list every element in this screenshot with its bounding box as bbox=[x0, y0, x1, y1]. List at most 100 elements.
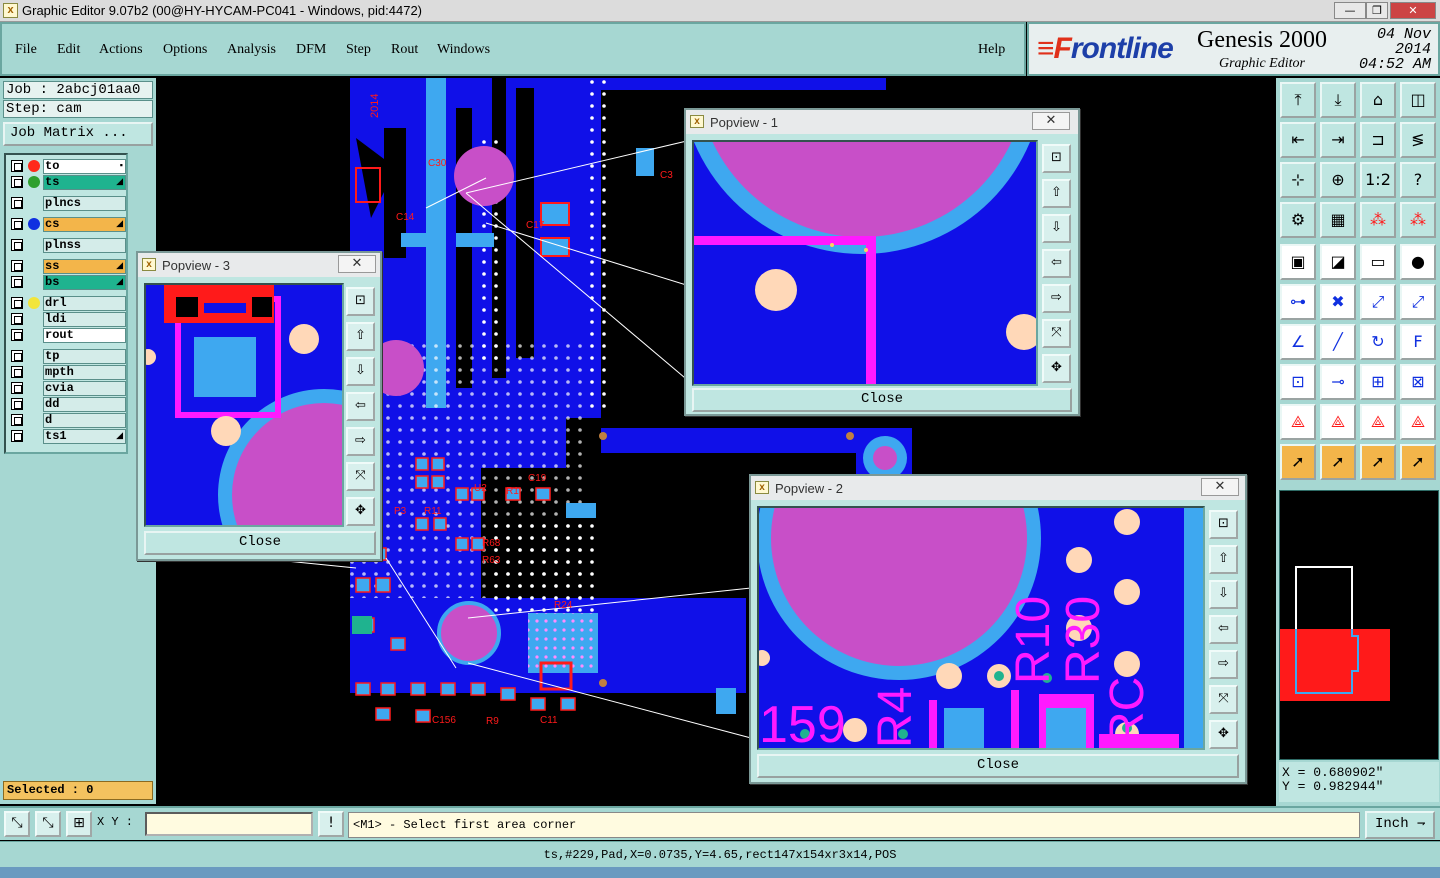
layer-checkbox[interactable] bbox=[11, 398, 23, 410]
layer-row-mpth[interactable]: mpth bbox=[8, 365, 126, 380]
menu-file[interactable]: File bbox=[15, 42, 37, 58]
layer-name[interactable]: d bbox=[43, 413, 126, 428]
tool-r2-c0-icon[interactable]: ⊹ bbox=[1280, 162, 1316, 198]
menu-help[interactable]: Help bbox=[978, 42, 1005, 58]
tool-r1-c3-icon[interactable]: ≶ bbox=[1400, 122, 1436, 158]
layer-row-plnss[interactable]: plnss bbox=[8, 238, 126, 253]
layer-checkbox[interactable] bbox=[11, 329, 23, 341]
tool-r4-c2-icon[interactable]: ▭ bbox=[1360, 244, 1396, 280]
popview-tool-5-icon[interactable]: ⤧ bbox=[1042, 319, 1071, 348]
layer-row-dd[interactable]: dd bbox=[8, 397, 126, 412]
tool-r1-c1-icon[interactable]: ⇥ bbox=[1320, 122, 1356, 158]
tool-r5-c2-icon[interactable]: ⤢ bbox=[1360, 284, 1396, 320]
layer-checkbox[interactable] bbox=[11, 218, 23, 230]
layer-name[interactable]: ss bbox=[43, 259, 126, 274]
layer-checkbox[interactable] bbox=[11, 176, 23, 188]
tool-r0-c1-icon[interactable]: ⤓ bbox=[1320, 82, 1356, 118]
tool-r3-c3-icon[interactable]: ⁂ bbox=[1400, 202, 1436, 238]
zoom-diagonal-icon[interactable]: ⤡ bbox=[35, 811, 61, 837]
layer-checkbox[interactable] bbox=[11, 430, 23, 442]
layer-color-dot[interactable] bbox=[28, 297, 40, 309]
layer-name[interactable]: plnss bbox=[43, 238, 126, 253]
tool-r8-c0-icon[interactable]: ⟁ bbox=[1280, 404, 1316, 440]
popview-tool-3-icon[interactable]: ⇦ bbox=[1209, 615, 1238, 644]
popview-tool-5-icon[interactable]: ⤧ bbox=[1209, 685, 1238, 714]
layer-checkbox[interactable] bbox=[11, 414, 23, 426]
popview-tool-2-icon[interactable]: ⇩ bbox=[346, 357, 375, 386]
tool-r5-c0-icon[interactable]: ⊶ bbox=[1280, 284, 1316, 320]
tool-r7-c3-icon[interactable]: ⊠ bbox=[1400, 364, 1436, 400]
units-selector[interactable]: Inch ⇁ bbox=[1365, 811, 1435, 839]
tool-r7-c2-icon[interactable]: ⊞ bbox=[1360, 364, 1396, 400]
popview-3-view[interactable] bbox=[144, 283, 344, 527]
popview-tool-1-icon[interactable]: ⇧ bbox=[1209, 545, 1238, 574]
layer-name[interactable]: plncs bbox=[43, 196, 126, 211]
popview-tool-4-icon[interactable]: ⇨ bbox=[1042, 284, 1071, 313]
tool-r2-c1-icon[interactable]: ⊕ bbox=[1320, 162, 1356, 198]
tool-r1-c0-icon[interactable]: ⇤ bbox=[1280, 122, 1316, 158]
layer-color-dot[interactable] bbox=[28, 218, 40, 230]
menu-analysis[interactable]: Analysis bbox=[227, 42, 276, 58]
menu-options[interactable]: Options bbox=[163, 42, 207, 58]
tool-r8-c1-icon[interactable]: ⟁ bbox=[1320, 404, 1356, 440]
tool-r6-c1-icon[interactable]: ╱ bbox=[1320, 324, 1356, 360]
tool-r9-c0-icon[interactable]: ➚ bbox=[1280, 444, 1316, 480]
layer-row-d[interactable]: d bbox=[8, 413, 126, 428]
layer-color-dot[interactable] bbox=[28, 160, 40, 172]
zoom-window-icon[interactable]: ⤡ bbox=[4, 811, 30, 837]
layer-checkbox[interactable] bbox=[11, 276, 23, 288]
minimize-button[interactable]: — bbox=[1334, 2, 1366, 19]
tool-r0-c0-icon[interactable]: ⤒ bbox=[1280, 82, 1316, 118]
tool-r5-c1-icon[interactable]: ✖ bbox=[1320, 284, 1356, 320]
layer-color-dot[interactable] bbox=[28, 176, 40, 188]
layer-name[interactable]: bs bbox=[43, 275, 126, 290]
tool-r4-c1-icon[interactable]: ◪ bbox=[1320, 244, 1356, 280]
layer-row-plncs[interactable]: plncs bbox=[8, 196, 126, 211]
layer-row-ts[interactable]: ts ◢ bbox=[8, 175, 126, 190]
overview-map[interactable] bbox=[1279, 490, 1439, 760]
popview-3-close-button[interactable]: Close bbox=[144, 531, 376, 555]
layer-row-ldi[interactable]: ldi bbox=[8, 312, 126, 327]
xy-input[interactable] bbox=[145, 812, 313, 836]
layer-checkbox[interactable] bbox=[11, 313, 23, 325]
popview-tool-1-icon[interactable]: ⇧ bbox=[1042, 179, 1071, 208]
layer-name[interactable]: to bbox=[43, 159, 126, 174]
layer-name[interactable]: drl bbox=[43, 296, 126, 311]
tool-r0-c2-icon[interactable]: ⌂ bbox=[1360, 82, 1396, 118]
layer-row-cs[interactable]: cs ◢ bbox=[8, 217, 126, 232]
layer-name[interactable]: mpth bbox=[43, 365, 126, 380]
layer-name[interactable]: tp bbox=[43, 349, 126, 364]
popview-1-close-x[interactable]: ✕ bbox=[1032, 112, 1070, 130]
tool-r8-c2-icon[interactable]: ⟁ bbox=[1360, 404, 1396, 440]
menu-edit[interactable]: Edit bbox=[57, 42, 80, 58]
popview-tool-3-icon[interactable]: ⇦ bbox=[1042, 249, 1071, 278]
layer-row-ss[interactable]: ss ◢ bbox=[8, 259, 126, 274]
layer-checkbox[interactable] bbox=[11, 197, 23, 209]
maximize-button[interactable]: ❐ bbox=[1366, 2, 1388, 19]
popview-tool-0-icon[interactable]: ⊡ bbox=[1209, 510, 1238, 539]
layer-name[interactable]: rout bbox=[43, 328, 126, 343]
layer-name[interactable]: ts bbox=[43, 175, 126, 190]
tool-r7-c1-icon[interactable]: ⊸ bbox=[1320, 364, 1356, 400]
popview-tool-2-icon[interactable]: ⇩ bbox=[1209, 580, 1238, 609]
tool-r5-c3-icon[interactable]: ⤢ bbox=[1400, 284, 1436, 320]
tool-r8-c3-icon[interactable]: ⟁ bbox=[1400, 404, 1436, 440]
layer-row-drl[interactable]: drl bbox=[8, 296, 126, 311]
popview-tool-0-icon[interactable]: ⊡ bbox=[346, 287, 375, 316]
tool-r9-c1-icon[interactable]: ➚ bbox=[1320, 444, 1356, 480]
popview-2-view[interactable]: 159 R4 R10 R30 RC bbox=[757, 506, 1205, 750]
popview-tool-6-icon[interactable]: ✥ bbox=[346, 497, 375, 526]
popview-tool-5-icon[interactable]: ⤧ bbox=[346, 462, 375, 491]
popview-tool-1-icon[interactable]: ⇧ bbox=[346, 322, 375, 351]
popview-3-close-x[interactable]: ✕ bbox=[338, 255, 376, 273]
layer-row-bs[interactable]: bs ◢ bbox=[8, 275, 126, 290]
tool-r6-c3-icon[interactable]: F bbox=[1400, 324, 1436, 360]
menu-step[interactable]: Step bbox=[346, 42, 371, 58]
snap-grid-icon[interactable]: ⊞ bbox=[66, 811, 92, 837]
step-name[interactable]: Step: cam bbox=[3, 100, 153, 118]
tool-r9-c3-icon[interactable]: ➚ bbox=[1400, 444, 1436, 480]
tool-r0-c3-icon[interactable]: ◫ bbox=[1400, 82, 1436, 118]
layer-checkbox[interactable] bbox=[11, 160, 23, 172]
tool-r7-c0-icon[interactable]: ⊡ bbox=[1280, 364, 1316, 400]
popview-2-close-button[interactable]: Close bbox=[757, 754, 1239, 778]
